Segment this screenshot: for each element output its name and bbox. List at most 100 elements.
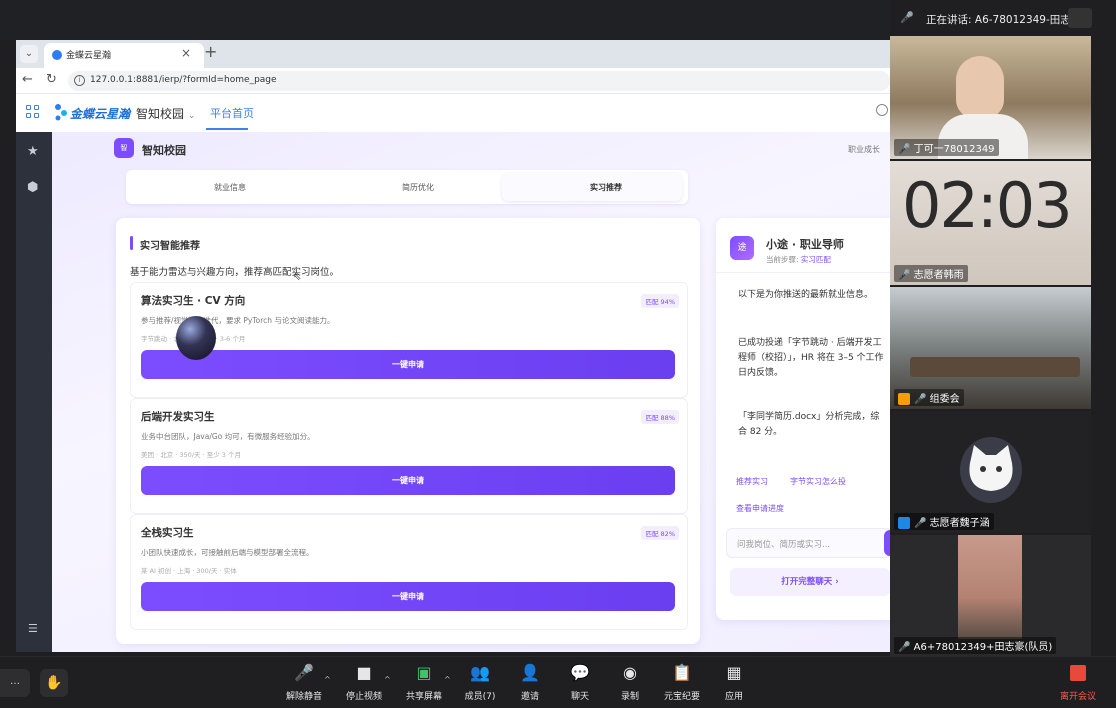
site-info-icon[interactable]: i xyxy=(74,75,85,86)
assistant-chat-panel: 途 小途 · 职业导师 当前步骤: 实习匹配 以下是为你推送的最新就业信息。 已… xyxy=(716,218,890,620)
assistant-avatar: 途 xyxy=(730,236,754,260)
cat-avatar-icon xyxy=(969,445,1013,491)
unmute-button[interactable]: 🎤 解除静音 xyxy=(278,663,330,702)
apps-icon: ▦ xyxy=(726,663,742,682)
left-sidebar: ★ ⬢ ☰ xyxy=(16,132,52,652)
floating-ball-icon[interactable] xyxy=(176,316,216,360)
avatar xyxy=(960,437,1022,503)
user-icon xyxy=(898,393,910,405)
match-badge: 匹配 88% xyxy=(641,410,679,424)
quick-link-bytedance[interactable]: 字节实习怎么投 xyxy=(790,476,846,487)
video-icon: ■ xyxy=(356,663,372,682)
back-icon[interactable]: ← xyxy=(22,72,33,87)
brand-logo-text: 金蝶云星瀚 xyxy=(70,107,131,121)
video-tile[interactable]: 🎤 组委会 xyxy=(890,287,1091,409)
video-tile[interactable]: 🎤 丁可一78012349 xyxy=(890,36,1091,159)
screen: ⌄ 金蝶云星瀚 × + ← ↻ i 127.0.0.1:8881/ierp/?f… xyxy=(0,0,1116,708)
tab-resume-optimize[interactable]: 简历优化 xyxy=(402,182,434,193)
record-button[interactable]: ◉ 录制 xyxy=(604,663,656,702)
chat-message: 「李同学简历.docx」分析完成，综合 82 分。 xyxy=(738,412,880,437)
exit-icon xyxy=(1070,665,1086,681)
ai-minutes-button[interactable]: 📋 元宝纪要 xyxy=(656,663,708,702)
raise-hand-icon[interactable]: ✋ xyxy=(40,669,68,697)
quick-link-recommend[interactable]: 推荐实习 xyxy=(736,476,768,487)
open-full-chat-button[interactable]: 打开完整聊天 › xyxy=(730,568,890,596)
tab-title: 金蝶云星瀚 xyxy=(66,51,112,61)
chevron-up-icon[interactable]: ^ xyxy=(324,675,331,684)
members-icon: 👥 xyxy=(470,663,490,682)
job-meta: 某 AI 初创 · 上海 · 300/天 · 实体 xyxy=(141,567,237,575)
user-icon xyxy=(898,517,910,529)
current-step: 当前步骤: 实习匹配 xyxy=(766,255,831,264)
browser-tab[interactable]: 金蝶云星瀚 × xyxy=(44,43,204,68)
chevron-up-icon[interactable]: ^ xyxy=(384,675,391,684)
job-title: 算法实习生 · CV 方向 xyxy=(141,295,246,307)
divider xyxy=(716,272,890,273)
active-tab-indicator xyxy=(206,128,248,130)
apply-button[interactable]: 一键申请 xyxy=(141,350,675,379)
job-card: 后端开发实习生 匹配 88% 业务中台团队，Java/Go 均可，有微服务经验加… xyxy=(130,398,688,514)
chat-button[interactable]: 💬 聊天 xyxy=(554,663,606,702)
cube-icon[interactable]: ⬢ xyxy=(27,180,38,195)
mic-off-icon: 🎤 xyxy=(294,663,314,682)
participant-video xyxy=(958,535,1022,639)
stop-video-button[interactable]: ■ 停止视频 xyxy=(338,663,390,702)
tab-platform-home[interactable]: 平台首页 xyxy=(210,105,254,121)
main-content: 智 智知校园 职业成长 就业信息 简历优化 实习推荐 实习智能推荐 基于能力雷达… xyxy=(52,132,890,652)
camera-toggle-icon[interactable] xyxy=(1068,8,1092,28)
match-badge: 匹配 82% xyxy=(641,526,679,540)
career-growth-link[interactable]: 职业成长 xyxy=(848,144,880,155)
participant-face xyxy=(956,56,1004,118)
job-title: 全栈实习生 xyxy=(141,527,194,539)
section-subtitle: 基于能力雷达与兴趣方向，推荐高匹配实习岗位。 xyxy=(130,267,340,278)
video-tile[interactable]: 🎤 志愿者魏子涵 xyxy=(890,411,1091,533)
video-tile[interactable]: 🎤 A6+78012349+田志豪(队员) xyxy=(890,535,1091,657)
record-icon: ◉ xyxy=(623,663,637,682)
meeting-toolbar: … ✋ 🎤 解除静音 ^ ■ 停止视频 ^ ▣ 共享屏幕 ^ 👥 成员(7) 👤 邀请 💬… xyxy=(0,656,1116,708)
job-description: 小团队快速成长，可接触前后端与模型部署全流程。 xyxy=(141,548,314,557)
clock-display: 02:03 xyxy=(902,169,1073,242)
participant-name: 🎤 丁可一78012349 xyxy=(894,139,999,156)
chat-input[interactable]: 问我岗位、简历或实习... xyxy=(726,528,890,558)
participant-name: 🎤 组委会 xyxy=(894,389,964,406)
chevron-up-icon[interactable]: ^ xyxy=(444,675,451,684)
browser-nav-bar: ← ↻ i 127.0.0.1:8881/ierp/?formId=home_p… xyxy=(16,68,890,94)
leave-meeting-button[interactable]: 离开会议 xyxy=(1052,663,1104,702)
apps-button[interactable]: ▦ 应用 xyxy=(708,663,760,702)
page-title: 智知校园 xyxy=(142,144,186,157)
job-meta: 美团 · 北京 · 350/天 · 至少 3 个月 xyxy=(141,451,241,459)
shared-browser-window: ⌄ 金蝶云星瀚 × + ← ↻ i 127.0.0.1:8881/ierp/?f… xyxy=(16,40,890,652)
chat-message: 已成功投递「字节跳动 · 后端开发工程师（校招）」，HR 将在 3–5 个工作日… xyxy=(738,338,884,378)
members-button[interactable]: 👥 成员(7) xyxy=(454,663,506,702)
apply-button[interactable]: 一键申请 xyxy=(141,466,675,495)
new-tab-icon[interactable]: + xyxy=(204,42,217,61)
more-icon[interactable]: … xyxy=(0,669,30,697)
app-grid-icon[interactable] xyxy=(26,105,40,119)
job-description: 业务中台团队，Java/Go 均可，有微服务经验加分。 xyxy=(141,432,315,441)
share-screen-button[interactable]: ▣ 共享屏幕 xyxy=(398,663,450,702)
invite-icon: 👤 xyxy=(520,663,540,682)
ai-minutes-icon: 📋 xyxy=(672,663,692,682)
kingdee-logo-icon xyxy=(55,104,67,121)
tab-close-icon[interactable]: × xyxy=(181,46,191,60)
search-icon[interactable] xyxy=(876,104,888,116)
apply-button[interactable]: 一键申请 xyxy=(141,582,675,611)
tab-search-button[interactable]: ⌄ xyxy=(20,45,38,63)
menu-fold-icon[interactable]: ☰ xyxy=(28,622,38,635)
reload-icon[interactable]: ↻ xyxy=(46,72,57,87)
speaking-mic-icon: 🎤 xyxy=(900,11,914,24)
campus-badge: 智 xyxy=(114,138,134,158)
tab-internship-recommend[interactable]: 实习推荐 xyxy=(590,182,622,193)
address-bar[interactable]: i 127.0.0.1:8881/ierp/?formId=home_page xyxy=(68,71,890,91)
campus-menu[interactable]: 智知校园 ⌄ xyxy=(136,105,195,122)
job-card: 全栈实习生 匹配 82% 小团队快速成长，可接触前后端与模型部署全流程。 某 A… xyxy=(130,514,688,630)
video-tile[interactable]: 02:03 🎤 志愿者韩雨 xyxy=(890,161,1091,285)
app-header: 金蝶云星瀚 智知校园 ⌄ 平台首页 xyxy=(16,94,890,132)
participant-name: 🎤 志愿者韩雨 xyxy=(894,265,968,282)
quick-link-progress[interactable]: 查看申请进度 xyxy=(736,503,784,514)
participant-name: 🎤 A6+78012349+田志豪(队员) xyxy=(894,637,1057,654)
tab-job-info[interactable]: 就业信息 xyxy=(214,182,246,193)
star-icon[interactable]: ★ xyxy=(27,144,39,159)
match-badge: 匹配 94% xyxy=(641,294,679,308)
invite-button[interactable]: 👤 邀请 xyxy=(504,663,556,702)
